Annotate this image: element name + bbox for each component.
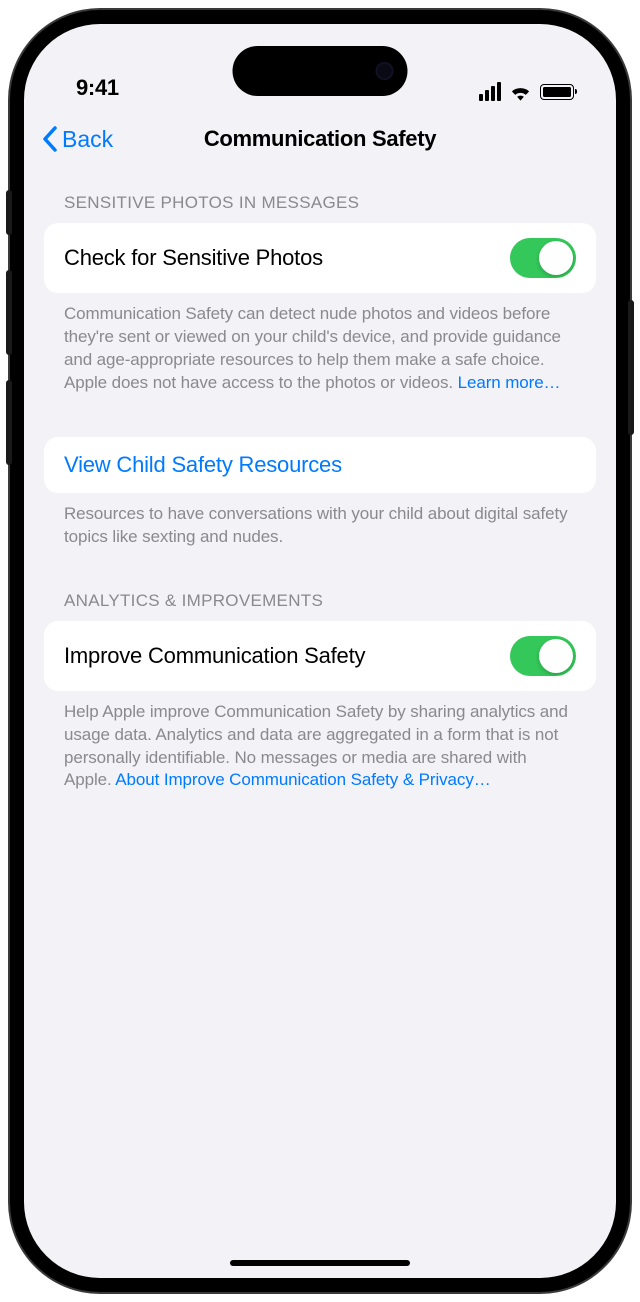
content: SENSITIVE PHOTOS IN MESSAGES Check for S… — [24, 169, 616, 792]
view-resources-label: View Child Safety Resources — [64, 452, 342, 478]
check-sensitive-photos-label: Check for Sensitive Photos — [64, 245, 323, 271]
dynamic-island — [233, 46, 408, 96]
check-sensitive-photos-cell[interactable]: Check for Sensitive Photos — [44, 223, 596, 293]
learn-more-link[interactable]: Learn more… — [458, 373, 561, 392]
toggle-knob — [539, 639, 573, 673]
wifi-icon — [509, 83, 532, 101]
improve-safety-label: Improve Communication Safety — [64, 643, 365, 669]
volume-down-button — [6, 380, 12, 465]
cellular-signal-icon — [479, 82, 501, 101]
section-footer-sensitive: Communication Safety can detect nude pho… — [44, 293, 596, 395]
power-button — [628, 300, 634, 435]
improve-safety-toggle[interactable] — [510, 636, 576, 676]
status-time: 9:41 — [76, 75, 119, 101]
front-camera — [376, 62, 394, 80]
status-icons — [479, 82, 574, 101]
section-header-analytics: ANALYTICS & IMPROVEMENTS — [44, 591, 596, 621]
about-privacy-link[interactable]: About Improve Communication Safety & Pri… — [115, 770, 490, 789]
back-label: Back — [62, 126, 113, 153]
section-footer-analytics: Help Apple improve Communication Safety … — [44, 691, 596, 793]
home-indicator[interactable] — [230, 1260, 410, 1266]
screen: 9:41 — [24, 24, 616, 1278]
battery-icon — [540, 84, 574, 100]
phone-frame: 9:41 — [10, 10, 630, 1292]
page-title: Communication Safety — [204, 126, 436, 152]
back-button[interactable]: Back — [42, 126, 113, 153]
volume-up-button — [6, 270, 12, 355]
chevron-left-icon — [42, 126, 58, 152]
view-resources-cell[interactable]: View Child Safety Resources — [44, 437, 596, 493]
navigation-bar: Back Communication Safety — [24, 109, 616, 169]
toggle-knob — [539, 241, 573, 275]
section-footer-resources: Resources to have conversations with you… — [44, 493, 596, 549]
check-sensitive-photos-toggle[interactable] — [510, 238, 576, 278]
improve-safety-cell[interactable]: Improve Communication Safety — [44, 621, 596, 691]
section-header-sensitive: SENSITIVE PHOTOS IN MESSAGES — [44, 193, 596, 223]
mute-switch — [6, 190, 12, 235]
